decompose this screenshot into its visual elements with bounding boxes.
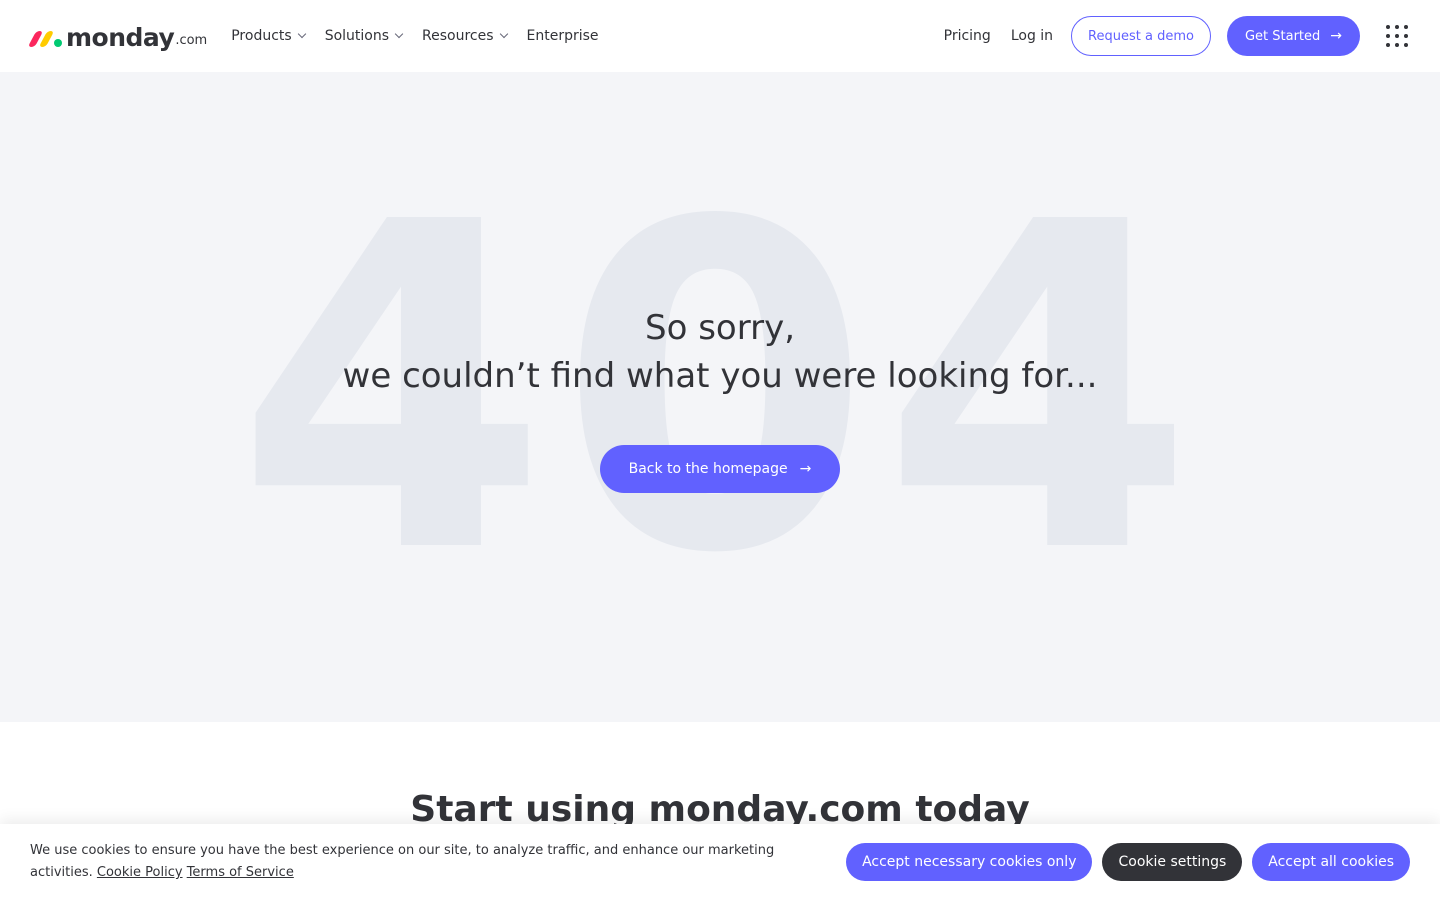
- error-heading-line1: So sorry,: [645, 308, 795, 348]
- cookie-message: We use cookies to ensure you have the be…: [30, 840, 790, 884]
- site-header: monday .com Products Solutions Resources…: [0, 0, 1440, 72]
- nav-products-label: Products: [231, 28, 292, 44]
- logo-wordmark: monday: [66, 23, 175, 52]
- chevron-down-icon: [394, 29, 404, 39]
- cookie-policy-link[interactable]: Cookie Policy: [97, 865, 183, 880]
- nav-resources[interactable]: Resources: [422, 28, 508, 44]
- cookie-actions: Accept necessary cookies only Cookie set…: [846, 843, 1410, 881]
- chevron-down-icon: [499, 29, 508, 39]
- nav-resources-label: Resources: [422, 28, 494, 44]
- header-actions: Pricing Log in Request a demo Get Starte…: [924, 16, 1408, 56]
- cookie-settings-button[interactable]: Cookie settings: [1102, 843, 1243, 881]
- pricing-link[interactable]: Pricing: [944, 28, 991, 44]
- arrow-right-icon: →: [799, 461, 812, 477]
- error-heading-line2: we couldn’t find what you were looking f…: [342, 356, 1098, 396]
- login-link[interactable]: Log in: [1011, 28, 1053, 44]
- error-message: So sorry, we couldn’t find what you were…: [0, 304, 1440, 400]
- nav-solutions[interactable]: Solutions: [324, 28, 404, 44]
- nav-products[interactable]: Products: [231, 28, 306, 44]
- not-found-hero: 404 So sorry, we couldn’t find what you …: [0, 72, 1440, 722]
- nav-enterprise-label: Enterprise: [526, 28, 599, 44]
- logo-mark-icon: [27, 26, 62, 52]
- get-started-button[interactable]: Get Started →: [1226, 16, 1360, 56]
- nav-enterprise[interactable]: Enterprise: [527, 28, 599, 44]
- grid-dots-icon[interactable]: [1386, 25, 1408, 47]
- logo-tld: .com: [175, 33, 208, 48]
- get-started-label: Get Started: [1244, 28, 1321, 44]
- request-demo-button[interactable]: Request a demo: [1071, 16, 1211, 56]
- nav-solutions-label: Solutions: [324, 28, 390, 44]
- terms-of-service-link[interactable]: Terms of Service: [187, 865, 294, 880]
- cookie-banner: We use cookies to ensure you have the be…: [0, 824, 1440, 900]
- accept-all-cookies-button[interactable]: Accept all cookies: [1252, 843, 1410, 881]
- accept-necessary-cookies-button[interactable]: Accept necessary cookies only: [846, 843, 1093, 881]
- monday-logo[interactable]: monday .com: [27, 20, 208, 52]
- arrow-right-icon: →: [1330, 28, 1342, 44]
- back-to-homepage-label: Back to the homepage: [628, 461, 788, 477]
- chevron-down-icon: [297, 29, 306, 39]
- back-to-homepage-button[interactable]: Back to the homepage →: [600, 445, 840, 493]
- main-nav: Products Solutions Resources Enterprise: [231, 28, 598, 44]
